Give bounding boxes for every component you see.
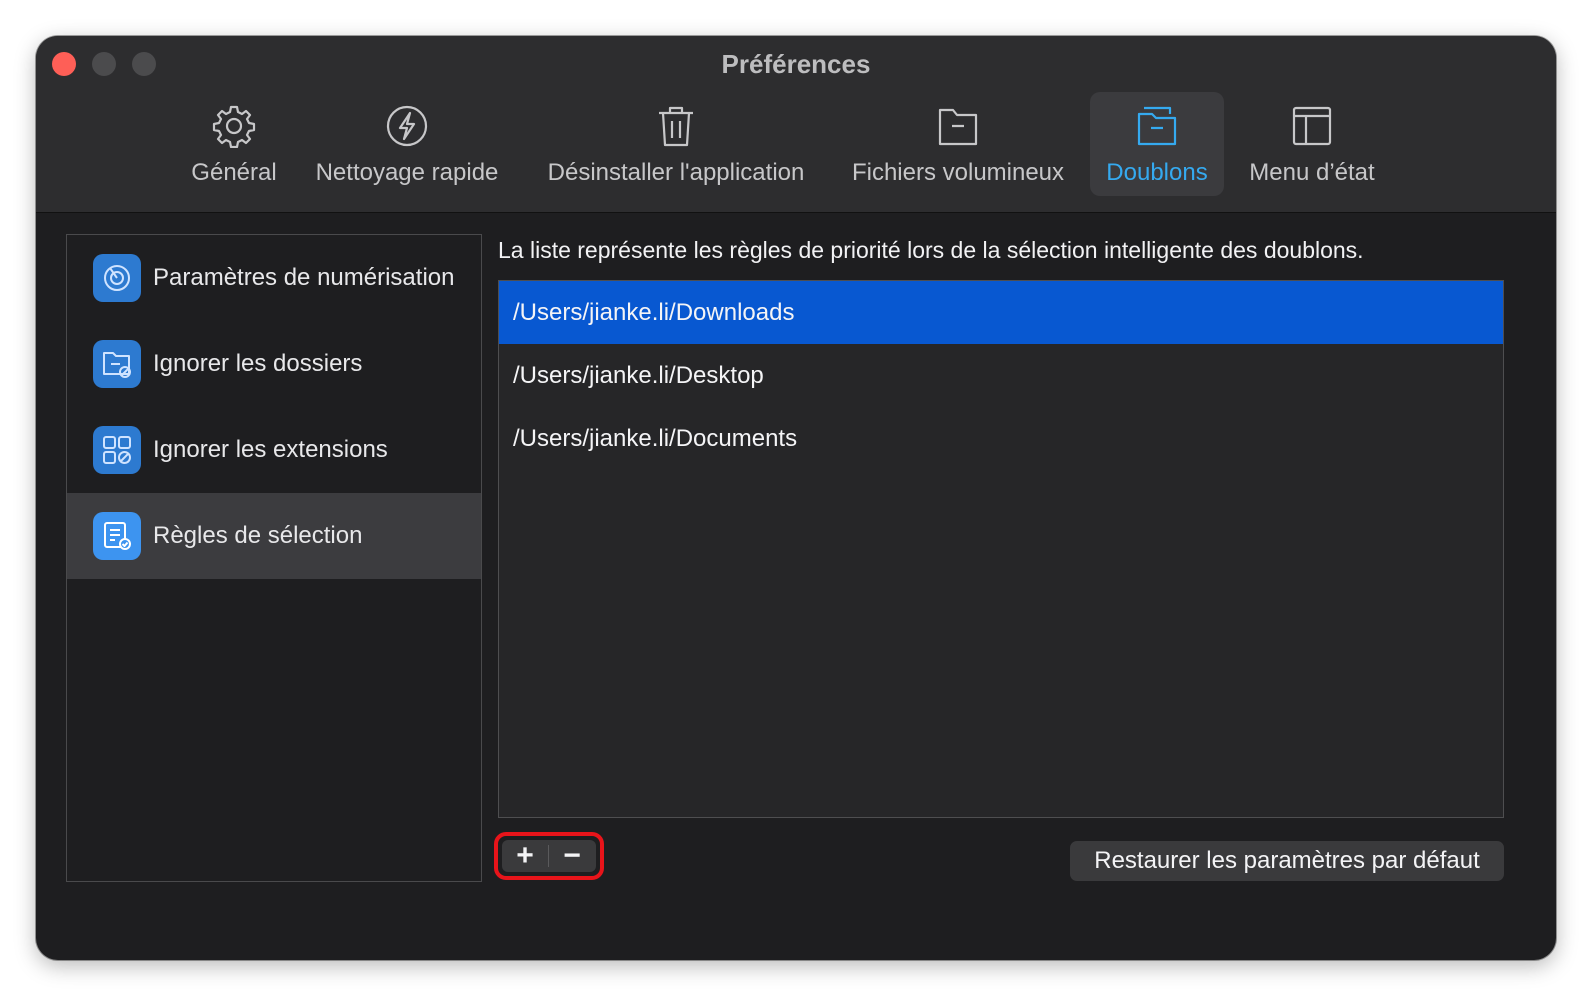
ignore-folder-icon [93,340,141,388]
tab-large-files[interactable]: Fichiers volumineux [840,92,1076,196]
sidebar-item-selection-rules[interactable]: Règles de sélection [67,493,481,579]
ignore-extensions-icon [93,426,141,474]
tab-quick-cleanup[interactable]: Nettoyage rapide [302,92,512,196]
tab-uninstall-app[interactable]: Désinstaller l'application [528,92,824,196]
list-item[interactable]: /Users/jianke.li/Documents [499,407,1503,470]
scan-radar-icon [93,254,141,302]
tab-large-files-label: Fichiers volumineux [851,159,1065,186]
sidebar-item-label: Ignorer les extensions [153,436,388,463]
rules-description: La liste représente les règles de priori… [498,237,1364,263]
tab-general[interactable]: Général [176,92,292,196]
menu-layout-icon [1291,100,1333,152]
sidebar-item-label: Ignorer les dossiers [153,350,363,377]
trash-icon [656,100,696,152]
remove-rule-button[interactable]: − [549,839,595,872]
duplicate-folder-icon [1136,100,1178,152]
tab-status-menu-label: Menu d’état [1249,159,1375,186]
selection-rules-icon [93,512,141,560]
settings-sidebar: Paramètres de numérisation Ignorer les d… [66,234,482,882]
add-remove-control: + − [502,839,596,872]
tab-status-menu[interactable]: Menu d’état [1236,92,1388,196]
list-item[interactable]: /Users/jianke.li/Desktop [499,344,1503,407]
list-item[interactable]: /Users/jianke.li/Downloads [499,281,1503,344]
sidebar-item-ignore-extensions[interactable]: Ignorer les extensions [67,407,481,493]
add-rule-button[interactable]: + [502,839,548,872]
large-file-icon [937,100,979,152]
window-title: Préférences [721,49,871,79]
tab-quick-cleanup-label: Nettoyage rapide [315,159,499,186]
sidebar-item-ignore-folders[interactable]: Ignorer les dossiers [67,321,481,407]
tab-general-label: Général [191,159,277,186]
title-bar: Préférences Général Nettoyage rapide Dés… [36,36,1556,213]
tab-uninstall-app-label: Désinstaller l'application [547,159,805,186]
sidebar-item-label: Paramètres de numérisation [153,264,455,291]
lightning-icon [385,100,429,152]
restore-defaults-button[interactable]: Restaurer les paramètres par défaut [1070,841,1504,881]
preferences-window: Préférences Général Nettoyage rapide Dés… [36,36,1556,960]
priority-rules-list[interactable]: /Users/jianke.li/Downloads /Users/jianke… [498,280,1504,818]
sidebar-item-scan-settings[interactable]: Paramètres de numérisation [67,235,481,321]
gear-icon [212,100,256,152]
sidebar-item-label: Règles de sélection [153,522,363,549]
tab-duplicates-label: Doublons [1106,159,1208,186]
tab-duplicates[interactable]: Doublons [1090,92,1224,196]
